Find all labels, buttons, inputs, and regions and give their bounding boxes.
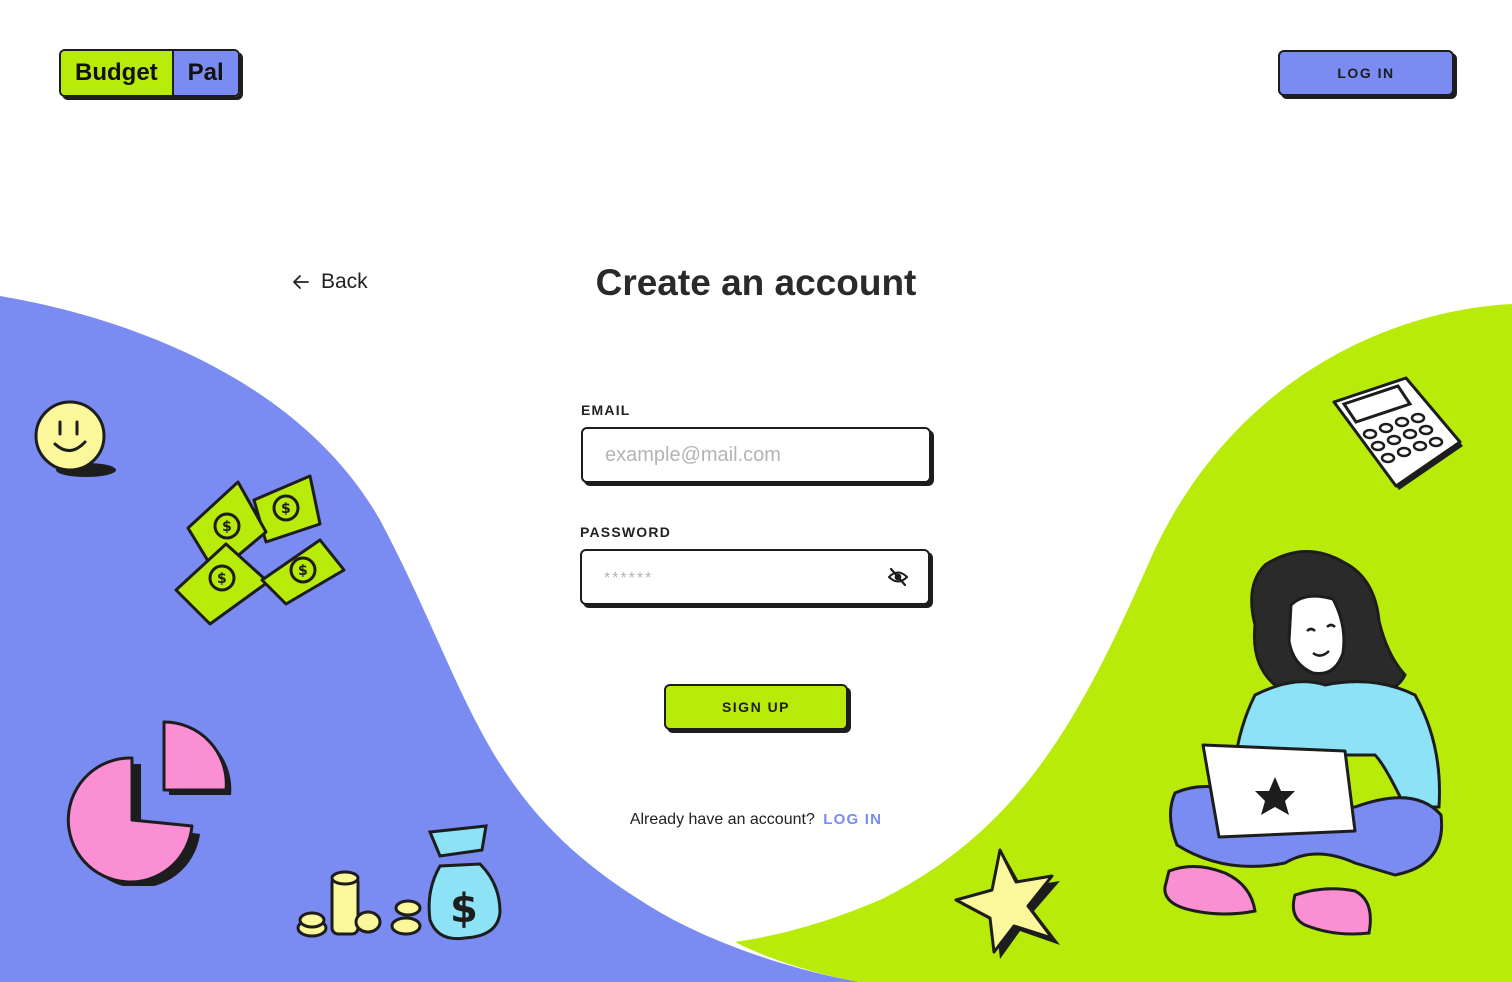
signup-button[interactable]: SIGN UP: [664, 684, 848, 730]
budget-pal-logo[interactable]: Budget Pal: [59, 49, 240, 97]
email-label: EMAIL: [581, 402, 631, 418]
calculator-icon: [1332, 376, 1463, 490]
header-login-button[interactable]: LOG IN: [1278, 50, 1454, 96]
svg-text:$: $: [222, 519, 232, 535]
svg-text:$: $: [281, 501, 291, 517]
already-account-text: Already have an account?: [629, 811, 815, 828]
smiley-icon: [34, 400, 116, 477]
email-input[interactable]: [583, 429, 929, 481]
coins-and-money-bag-icon: $: [296, 824, 502, 941]
page-title: Create an account: [595, 262, 917, 303]
pie-chart-icon: [66, 720, 232, 886]
person-with-laptop-illustration: [1163, 550, 1444, 936]
svg-text:$: $: [298, 563, 308, 579]
svg-text:$: $: [450, 886, 478, 932]
footer-login-link[interactable]: LOG IN: [823, 811, 882, 828]
password-field-wrapper: [580, 549, 930, 605]
logo-budget-text: Budget: [61, 51, 174, 95]
logo-pal-text: Pal: [173, 51, 238, 95]
eye-off-icon[interactable]: [888, 568, 908, 586]
login-prompt: Already have an account? LOG IN: [0, 811, 1512, 829]
money-bills-icon: $ $ $ $: [174, 474, 346, 626]
password-label: PASSWORD: [580, 524, 672, 540]
svg-text:$: $: [217, 571, 227, 587]
star-icon: [954, 848, 1060, 959]
email-field-wrapper: [581, 427, 931, 483]
password-input[interactable]: [582, 551, 928, 603]
